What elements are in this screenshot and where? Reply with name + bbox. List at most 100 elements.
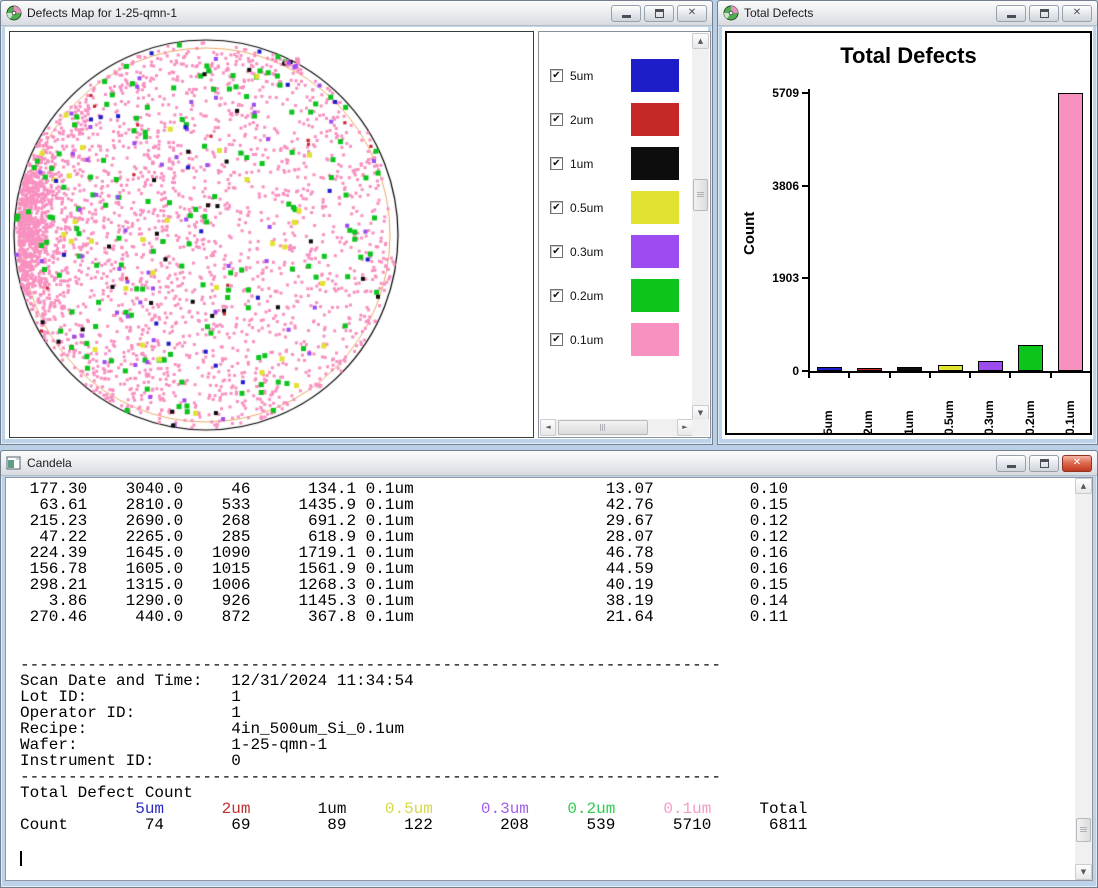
color-swatch-0.2um [631,279,679,312]
vscroll-thumb[interactable] [1076,818,1091,842]
size-label: 2um [570,113,593,127]
color-swatch-2um [631,103,679,136]
size-label: 5um [570,69,593,83]
scroll-up-button[interactable]: ▲ [692,33,709,49]
close-button[interactable]: ✕ [677,5,707,22]
defects-map-titlebar[interactable]: Defects Map for 1-25-qmn-1 ✕ [1,1,712,26]
size-label: 0.2um [570,289,603,303]
size-label: 0.1um [570,333,603,347]
size-checkbox-5um[interactable]: ✔ [550,69,563,82]
minimize-button[interactable] [611,5,641,22]
size-label: 0.5um [570,201,603,215]
size-checkbox-1um[interactable]: ✔ [550,157,563,170]
legend-item-0.1um: ✔ 0.1um [539,323,710,356]
scroll-up-button[interactable]: ▲ [1075,478,1092,494]
size-checkbox-0.3um[interactable]: ✔ [550,245,563,258]
defect-data-row: 177.30 3040.0 46 134.1 0.1um 13.07 0.10 [20,481,1074,497]
y-tick-label: 3806 [753,179,799,193]
restore-button[interactable] [1029,455,1059,472]
count-row: Count 74 69 89 122 208 539 5710 6811 [20,817,1074,833]
restore-icon [655,9,664,18]
y-tick-label: 0 [753,364,799,378]
y-tick-mark [802,370,808,372]
x-tick-label-5um: 5um [821,383,835,435]
restore-button[interactable] [644,5,674,22]
scroll-left-button[interactable]: ◄ [540,419,556,436]
defect-data-row: 224.39 1645.0 1090 1719.1 0.1um 46.78 0.… [20,545,1074,561]
window-title: Candela [27,456,72,470]
restore-icon [1040,9,1049,18]
candela-titlebar[interactable]: Candela ✕ [1,451,1097,476]
wafer-disc-icon [6,5,22,21]
size-checkbox-2um[interactable]: ✔ [550,113,563,126]
y-tick-mark [802,185,808,187]
x-tick-label-2um: 2um [861,383,875,435]
scan-info-row: Recipe: 4in_500um_Si_0.1um [20,721,1074,737]
legend-item-1um: ✔ 1um [539,147,710,180]
close-button[interactable]: ✕ [1062,455,1092,472]
console-text[interactable]: 177.30 3040.0 46 134.1 0.1um 13.07 0.10 … [6,478,1074,880]
minimize-icon [1007,465,1016,468]
bar-chart-panel: Total Defects Count 01903380657095um2um1… [725,31,1092,435]
console-line [20,641,1074,657]
defect-data-row: 270.46 440.0 872 367.8 0.1um 21.64 0.11 [20,609,1074,625]
scan-info-row: Scan Date and Time: 12/31/2024 11:34:54 [20,673,1074,689]
x-tick-mark [1050,373,1052,378]
defect-data-row: 298.21 1315.0 1006 1268.3 0.1um 40.19 0.… [20,577,1074,593]
close-icon: ✕ [1073,8,1081,18]
bar-0.5um [938,365,963,371]
restore-icon [1040,459,1049,468]
console-line [20,833,1074,849]
legend-item-2um: ✔ 2um [539,103,710,136]
size-checkbox-0.2um[interactable]: ✔ [550,289,563,302]
scan-info-row: Operator ID: 1 [20,705,1074,721]
close-button[interactable]: ✕ [1062,5,1092,22]
size-checkbox-0.1um[interactable]: ✔ [550,333,563,346]
minimize-icon [622,15,631,18]
defects-map-client: ✔5um✔2um✔1um✔0.5um✔0.3um✔0.2um✔0.1um ▲ ▼… [5,27,708,439]
color-swatch-5um [631,59,679,92]
candela-window: Candela ✕ 177.30 3040.0 46 134.1 0.1um 1… [0,450,1098,888]
scrollbar-corner [692,419,709,436]
close-icon: ✕ [1073,458,1081,468]
legend-hscrollbar[interactable]: ◄ ► [540,419,693,436]
y-tick-label: 5709 [753,86,799,100]
bar-2um [857,368,882,371]
scan-info-row: Wafer: 1-25-qmn-1 [20,737,1074,753]
minimize-icon [1007,15,1016,18]
minimize-button[interactable] [996,5,1026,22]
candela-console[interactable]: 177.30 3040.0 46 134.1 0.1um 13.07 0.10 … [5,477,1093,881]
y-tick-label: 1903 [753,271,799,285]
scroll-down-button[interactable]: ▼ [1075,864,1092,880]
legend-vscrollbar[interactable]: ▲ ▼ [692,33,709,421]
minimize-button[interactable] [996,455,1026,472]
y-tick-mark [802,92,808,94]
bar-5um [817,367,842,371]
vscroll-thumb[interactable] [693,179,708,211]
legend-item-5um: ✔ 5um [539,59,710,92]
restore-button[interactable] [1029,5,1059,22]
total-defects-titlebar[interactable]: Total Defects ✕ [718,1,1097,26]
bar-1um [897,367,922,371]
defect-data-row: 3.86 1290.0 926 1145.3 0.1um 38.19 0.14 [20,593,1074,609]
chart-title: Total Defects [727,43,1090,69]
wafer-map-panel [9,31,534,438]
console-vscrollbar[interactable]: ▲ ▼ [1075,478,1092,880]
x-tick-mark [929,373,931,378]
separator: ----------------------------------------… [20,657,1074,673]
x-tick-mark [808,373,810,378]
scroll-right-button[interactable]: ► [677,419,693,436]
x-tick-mark [889,373,891,378]
close-icon: ✕ [688,8,696,18]
y-axis-line [808,89,810,373]
size-label: 1um [570,157,593,171]
size-checkbox-0.5um[interactable]: ✔ [550,201,563,214]
size-header-row: 5um 2um 1um 0.5um 0.3um 0.2um 0.1um Tota… [20,801,1074,817]
cursor-line [20,849,1074,865]
x-tick-label-0.2um: 0.2um [1023,383,1037,435]
bar-0.2um [1018,345,1043,371]
color-swatch-0.5um [631,191,679,224]
hscroll-thumb[interactable] [558,420,648,435]
x-tick-mark [969,373,971,378]
window-title: Total Defects [744,6,813,20]
